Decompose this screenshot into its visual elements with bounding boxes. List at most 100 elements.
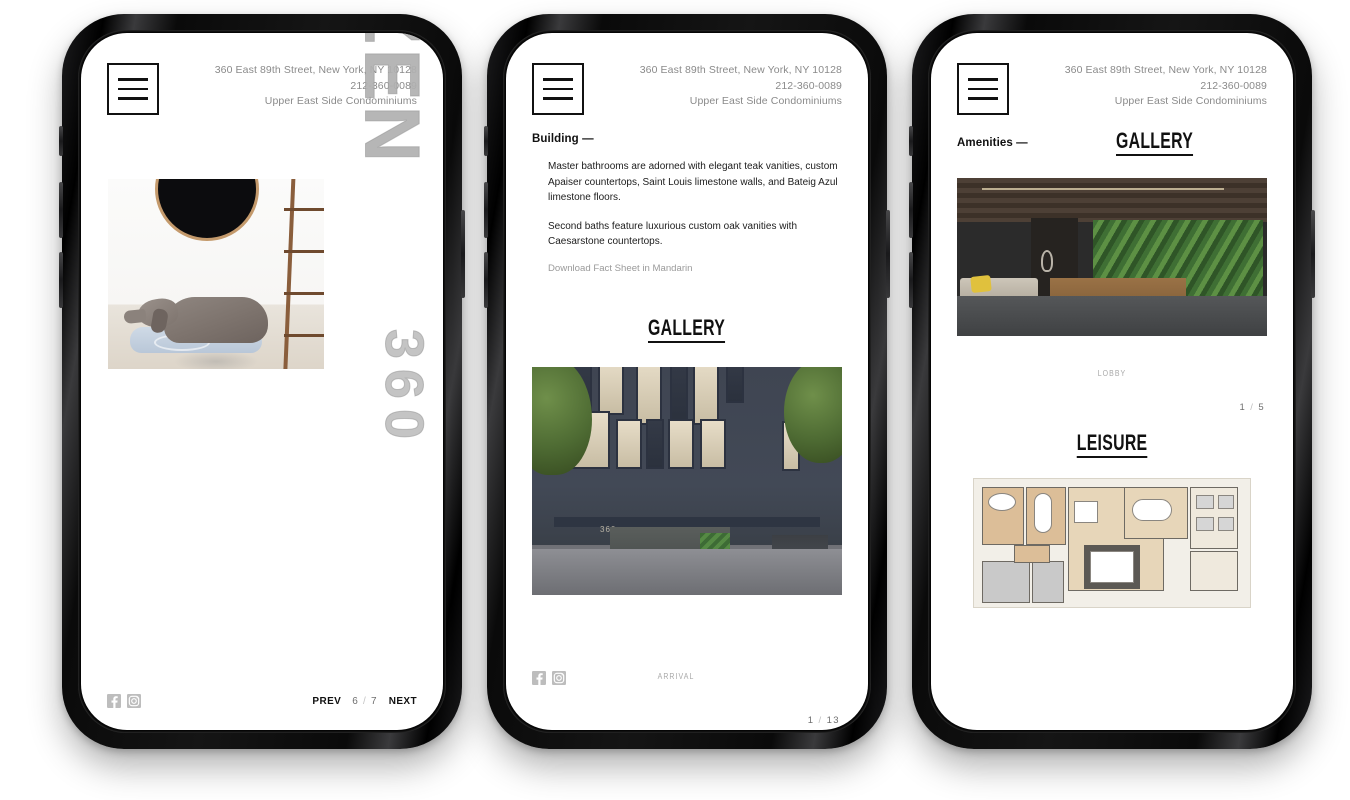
dog-interior-photo (108, 179, 324, 369)
facebook-icon[interactable] (107, 694, 121, 708)
sidewalk (532, 548, 842, 595)
image-caption-3: LOBBY (1097, 368, 1127, 379)
plan-furniture (1196, 495, 1214, 510)
plan-stair (1090, 551, 1134, 584)
image-caption-2: ARRIVAL (657, 671, 695, 681)
volume-down-button[interactable] (59, 252, 63, 308)
phone-mockup-2: 360 East 89th Street, New York, NY 10128… (484, 14, 890, 749)
brand-wordmark-vertical: CITIZEN (348, 33, 437, 168)
section-label-building: Building — (532, 133, 594, 145)
dog-body (164, 297, 268, 343)
menu-line (118, 78, 148, 81)
gallery-heading-2[interactable]: GALLERY (648, 315, 726, 343)
plan-conference-table (1132, 499, 1172, 522)
address-line: 360 East 89th Street, New York, NY 10128 (1064, 64, 1267, 76)
hamburger-menu-icon[interactable] (957, 63, 1009, 115)
prev-button[interactable]: PREV (312, 696, 341, 707)
menu-line (118, 87, 148, 91)
phone-screen-1: 360 East 89th Street, New York, NY 10128… (81, 33, 443, 730)
window (672, 366, 686, 423)
leisure-heading-wrap: LEISURE (931, 431, 1293, 459)
entry-canopy (554, 516, 820, 527)
site-tagline: Upper East Side Condominiums (1114, 95, 1267, 107)
power-button[interactable] (461, 210, 465, 298)
menu-line (118, 97, 148, 100)
accent-pillow (970, 275, 992, 294)
counter-current: 1 (807, 715, 815, 726)
contact-block-3: 360 East 89th Street, New York, NY 10128… (1065, 63, 1267, 110)
phone-bezel-1: 360 East 89th Street, New York, NY 10128… (78, 30, 446, 733)
plan-furniture (1218, 517, 1234, 532)
window (648, 420, 662, 467)
ladder-step (284, 208, 324, 211)
power-button[interactable] (1311, 210, 1315, 298)
site-header-2: 360 East 89th Street, New York, NY 10128… (506, 33, 868, 115)
hamburger-menu-icon[interactable] (532, 63, 584, 115)
phone-mockup-3: 360 East 89th Street, New York, NY 10128… (909, 14, 1315, 749)
window (618, 420, 640, 467)
leisure-heading[interactable]: LEISURE (1076, 431, 1148, 459)
phone-screen-3: 360 East 89th Street, New York, NY 10128… (931, 33, 1293, 730)
menu-line (968, 78, 998, 81)
caption-wrap-2: ARRIVAL (538, 671, 814, 681)
mute-switch[interactable] (59, 126, 63, 156)
round-mirror (155, 179, 259, 241)
mute-switch[interactable] (909, 126, 913, 156)
plan-furniture (1196, 517, 1214, 532)
volume-down-button[interactable] (909, 252, 913, 308)
wood-ceiling (957, 178, 1267, 223)
arrival-rendering-image[interactable]: 360 (532, 366, 842, 595)
gallery-heading-3[interactable]: GALLERY (1116, 128, 1194, 157)
plan-dining-table (1034, 493, 1052, 534)
address-line: 360 East 89th Street, New York, NY 10128 (639, 64, 842, 76)
phone-mockup-1: 360 East 89th Street, New York, NY 10128… (59, 14, 465, 749)
window (600, 366, 622, 413)
site-tagline: Upper East Side Condominiums (689, 95, 842, 107)
download-fact-sheet-link[interactable]: Download Fact Sheet in Mandarin (548, 263, 838, 274)
plan-furniture (1218, 495, 1234, 510)
phone-number[interactable]: 212-360-0089 (1065, 79, 1267, 95)
plan-sofa (1074, 501, 1098, 524)
caption-row-2: ARRIVAL (506, 671, 868, 685)
next-button[interactable]: NEXT (389, 696, 417, 707)
footer-bar-1: PREV 6 / 7 NEXT (81, 694, 443, 708)
instagram-icon[interactable] (127, 694, 141, 708)
menu-line (543, 97, 573, 100)
volume-up-button[interactable] (909, 182, 913, 238)
slide-counter-2: 1 / 13 (506, 715, 868, 726)
slide-counter-1: 6 / 7 (352, 696, 377, 707)
lobby-rendering-image[interactable] (957, 178, 1267, 337)
volume-up-button[interactable] (484, 182, 488, 238)
dog-illustration (123, 289, 268, 353)
plan-room (982, 561, 1030, 604)
window (728, 366, 742, 401)
gallery-pager-1: PREV 6 / 7 NEXT (312, 696, 417, 707)
plan-room (1014, 545, 1050, 564)
window (695, 366, 717, 423)
hamburger-menu-icon[interactable] (107, 63, 159, 115)
volume-down-button[interactable] (484, 252, 488, 308)
counter-total: 5 (1258, 402, 1265, 414)
social-links-1 (107, 694, 141, 708)
power-button[interactable] (886, 210, 890, 298)
paragraph: Master bathrooms are adorned with elegan… (548, 161, 838, 203)
menu-line (968, 87, 998, 91)
counter-total: 13 (826, 715, 840, 726)
phone-number[interactable]: 212-360-0089 (640, 79, 842, 95)
mute-switch[interactable] (484, 126, 488, 156)
contact-block-2: 360 East 89th Street, New York, NY 10128… (640, 63, 842, 110)
counter-total: 7 (370, 695, 378, 707)
sculpture (1040, 250, 1053, 273)
counter-slash: / (818, 715, 823, 726)
counter-slash: / (362, 695, 367, 707)
stone-floor (957, 296, 1267, 337)
ladder-step (284, 250, 324, 253)
dog-snout (123, 308, 147, 325)
gallery-heading-wrap-2: GALLERY (506, 315, 868, 343)
volume-up-button[interactable] (59, 182, 63, 238)
amenities-heading-row: Amenities — GALLERY (931, 115, 1293, 157)
amenity-floor-plan-image[interactable] (973, 478, 1251, 609)
window (638, 366, 660, 423)
plan-room (1190, 551, 1238, 592)
gallery-heading-wrap-3: GALLERY (1017, 128, 1293, 157)
